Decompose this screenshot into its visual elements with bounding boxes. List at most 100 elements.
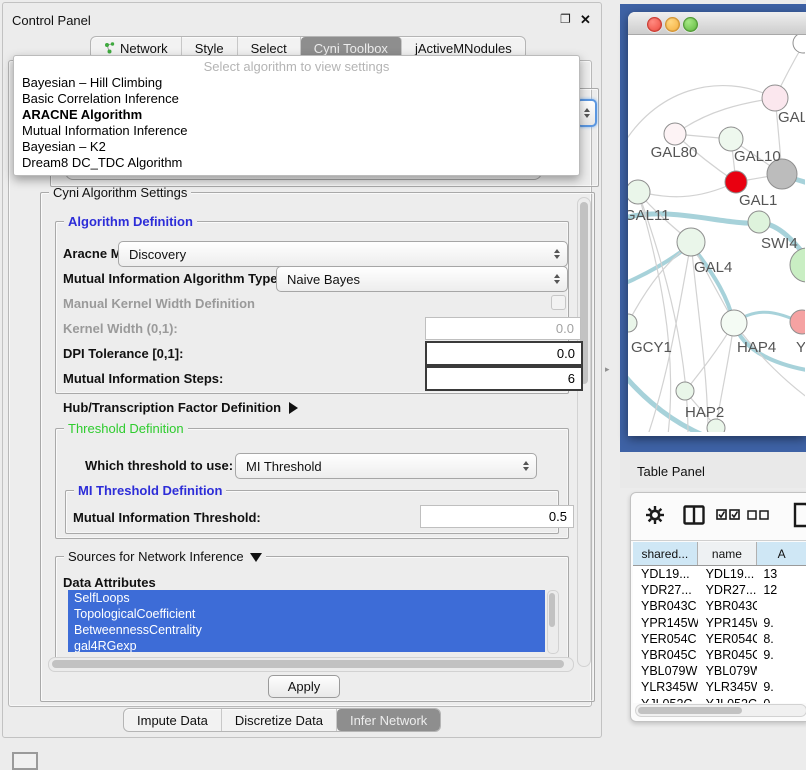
node-label-swi4: SWI4 [761, 235, 798, 252]
attribute-item-betweennesscentrality[interactable]: BetweennessCentrality [68, 622, 545, 638]
tab-impute-data[interactable]: Impute Data [124, 709, 222, 731]
dpi-tolerance-field[interactable]: 0.0 [425, 341, 583, 366]
apply-button[interactable]: Apply [268, 675, 340, 698]
algorithm-item-aracne-algorithm[interactable]: ARACNE Algorithm [14, 106, 579, 122]
mi-type-combo[interactable]: Naive Bayes [276, 266, 568, 292]
network-node-gal4[interactable] [677, 228, 705, 256]
gear-icon[interactable] [645, 505, 665, 525]
algorithm-item-bayesian-hill-climbing[interactable]: Bayesian – Hill Climbing [14, 74, 579, 90]
sources-title: Sources for Network Inference [68, 549, 244, 564]
tab-discretize-data[interactable]: Discretize Data [222, 709, 337, 731]
network-node-gal11[interactable] [628, 180, 650, 204]
network-node-gcy1[interactable] [628, 314, 637, 332]
network-node-y[interactable] [790, 310, 805, 334]
kernel-width-field[interactable]: 0.0 [425, 317, 581, 340]
network-icon [104, 42, 115, 54]
table-cell: YBR043C [633, 599, 698, 613]
network-node-swi4[interactable] [748, 211, 770, 233]
table-row[interactable]: YBR043CYBR043C [633, 598, 806, 614]
network-edge[interactable] [734, 323, 805, 405]
tab-infer-network[interactable]: Infer Network [337, 709, 440, 731]
algorithm-item-dream8-dc-tdc-algorithm[interactable]: Dream8 DC_TDC Algorithm [14, 154, 579, 170]
network-node[interactable] [790, 248, 805, 282]
table-row[interactable]: YBR045CYBR045C9. [633, 647, 806, 663]
control-panel-title: Control Panel [12, 13, 91, 28]
dpi-tolerance-label: DPI Tolerance [0,1]: [63, 346, 183, 361]
table-row[interactable]: YJL052CYJL052C0 [633, 696, 806, 704]
column-header-name[interactable]: name [698, 542, 758, 565]
mi-steps-field[interactable]: 6 [425, 366, 583, 391]
table-cell: 9. [757, 648, 806, 662]
table-cell: YBL079W [698, 664, 758, 678]
network-node[interactable] [793, 35, 805, 53]
network-node-gal[interactable] [762, 85, 788, 111]
zoom-traffic-icon[interactable] [683, 17, 698, 32]
columns-icon[interactable] [683, 505, 705, 525]
table-row[interactable]: YBL079WYBL079W [633, 663, 806, 679]
settings-scrollbar[interactable] [577, 197, 591, 667]
table-doc-icon[interactable] [793, 502, 806, 528]
tab-label: Style [195, 41, 224, 56]
attributes-vscrollbar[interactable] [547, 590, 559, 654]
mi-threshold-title: MI Threshold Definition [74, 483, 226, 498]
network-view-background: GALGAL80GAL10GAL1GAL11SWI4GAL4GCY1HAP4YH… [620, 4, 806, 452]
table-cell: YBR045C [698, 648, 758, 662]
attributes-vscrollbar-thumb[interactable] [549, 593, 555, 627]
attribute-item-topologicalcoefficient[interactable]: TopologicalCoefficient [68, 606, 545, 622]
algorithm-item-bayesian-k2[interactable]: Bayesian – K2 [14, 138, 579, 154]
table-row[interactable]: YPR145WYPR145W9. [633, 615, 806, 631]
table-toolbar [631, 493, 806, 541]
algorithm-list: Bayesian – Hill ClimbingBasic Correlatio… [14, 74, 579, 170]
network-node-hap2[interactable] [676, 382, 694, 400]
network-node-gal1[interactable] [725, 171, 747, 193]
network-canvas[interactable]: GALGAL80GAL10GAL1GAL11SWI4GAL4GCY1HAP4YH… [628, 35, 805, 432]
tab-label: Impute Data [137, 713, 208, 728]
collapsed-arrow-icon [289, 402, 298, 414]
network-window-titlebar[interactable] [628, 12, 806, 35]
manual-kernel-checkbox[interactable] [551, 295, 566, 310]
checked-boxes-icon[interactable] [716, 509, 740, 521]
attribute-item-selfloops[interactable]: SelfLoops [68, 590, 545, 606]
node-label-gal11: GAL11 [628, 207, 670, 224]
close-traffic-icon[interactable] [647, 17, 662, 32]
mi-threshold-field[interactable]: 0.5 [420, 505, 574, 528]
settings-hscrollbar-thumb[interactable] [52, 660, 564, 668]
table-row[interactable]: YER054CYER054C8. [633, 631, 806, 647]
cyni-algorithm-settings-title: Cyni Algorithm Settings [49, 185, 191, 200]
hub-definition-toggle[interactable]: Hub/Transcription Factor Definition [63, 400, 298, 415]
settings-hscrollbar[interactable] [48, 657, 574, 672]
node-label-y: Y [796, 339, 805, 356]
splitter-collapse-icon[interactable]: ▸ [605, 364, 610, 375]
mi-threshold-label: Mutual Information Threshold: [73, 510, 261, 525]
column-header-shared-[interactable]: shared... [633, 542, 698, 565]
which-threshold-label: Which threshold to use: [85, 458, 233, 473]
table-cell: 9. [757, 680, 806, 694]
table-hscrollbar[interactable] [635, 704, 806, 717]
algorithm-placeholder: Select algorithm to view settings [14, 59, 579, 74]
algorithm-dropdown-popup: Select algorithm to view settings Bayesi… [13, 55, 580, 176]
table-cell: 9. [757, 616, 806, 630]
table-row[interactable]: YLR345WYLR345W9. [633, 679, 806, 695]
network-node-hap4[interactable] [721, 310, 747, 336]
algorithm-item-mutual-information-inference[interactable]: Mutual Information Inference [14, 122, 579, 138]
minimize-traffic-icon[interactable] [665, 17, 680, 32]
which-threshold-combo[interactable]: MI Threshold [235, 453, 537, 479]
tab-label: Select [251, 41, 287, 56]
table-cell: 8. [757, 632, 806, 646]
table-hscrollbar-thumb[interactable] [638, 707, 742, 714]
sources-toggle[interactable]: Sources for Network Inference [64, 549, 266, 564]
floating-tool-button[interactable] [12, 752, 38, 770]
mi-type-label: Mutual Information Algorithm Type: [63, 271, 282, 286]
close-icon[interactable]: ✕ [580, 12, 591, 28]
column-header-a[interactable]: A [757, 542, 806, 565]
network-node-gal80[interactable] [664, 123, 686, 145]
unchecked-boxes-icon[interactable] [747, 510, 769, 520]
attribute-item-gal4rgexp[interactable]: gal4RGexp [68, 638, 545, 652]
table-row[interactable]: YDR27...YDR27...12 [633, 582, 806, 598]
float-window-icon[interactable]: ❐ [560, 12, 571, 26]
aracne-mode-combo[interactable]: Discovery [118, 241, 568, 267]
network-edge[interactable] [638, 182, 736, 197]
algorithm-item-basic-correlation-inference[interactable]: Basic Correlation Inference [14, 90, 579, 106]
table-row[interactable]: YDL19...YDL19...13 [633, 566, 806, 582]
node-label-hap2: HAP2 [685, 404, 724, 421]
